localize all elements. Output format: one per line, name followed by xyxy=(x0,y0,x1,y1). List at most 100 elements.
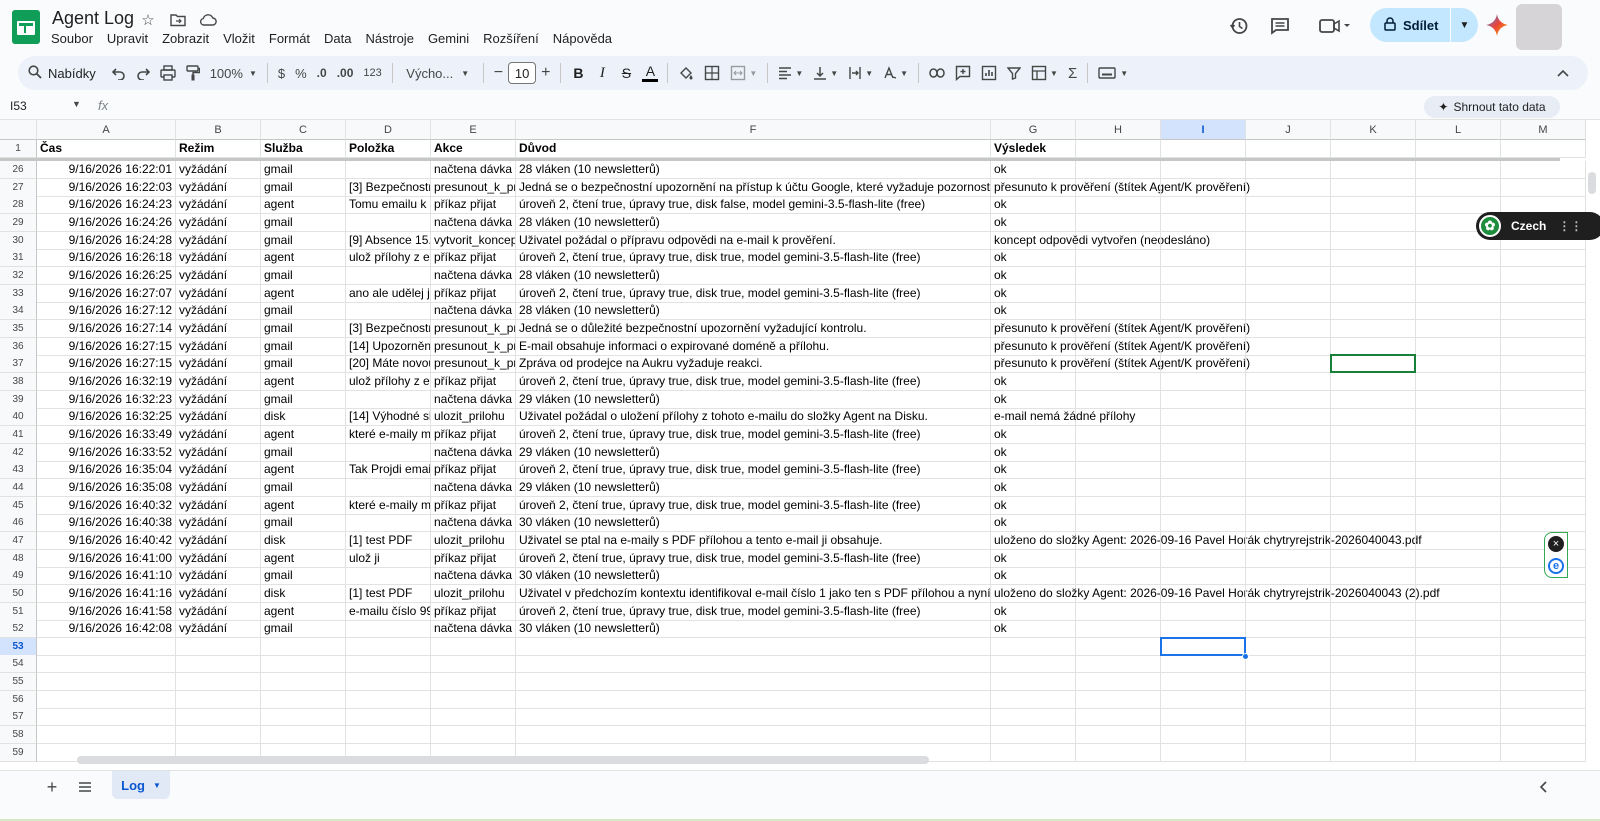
document-title[interactable]: Agent Log xyxy=(52,8,134,29)
cell[interactable] xyxy=(346,655,431,674)
cell[interactable] xyxy=(1416,319,1501,338)
cell[interactable] xyxy=(1331,514,1416,533)
cell[interactable] xyxy=(1246,249,1331,268)
cell[interactable] xyxy=(1246,231,1331,250)
cell[interactable] xyxy=(1501,690,1586,709)
cell[interactable] xyxy=(1246,284,1331,303)
row-header-41[interactable]: 41 xyxy=(0,425,37,444)
cell[interactable] xyxy=(1161,655,1246,674)
cell[interactable] xyxy=(991,637,1076,656)
cell[interactable] xyxy=(1501,284,1586,303)
cell[interactable]: které e-maily ma xyxy=(346,496,431,515)
cell[interactable]: 9/16/2026 16:27:14 xyxy=(37,319,176,338)
cell[interactable]: gmail xyxy=(261,266,346,285)
cell[interactable]: načtena dávka xyxy=(431,567,516,586)
cell[interactable]: ok xyxy=(991,213,1076,232)
row-header-38[interactable]: 38 xyxy=(0,372,37,391)
all-sheets-icon[interactable] xyxy=(73,775,97,799)
cell[interactable]: [14] Výhodné slu xyxy=(346,408,431,427)
cell[interactable]: ok xyxy=(991,514,1076,533)
row-header-45[interactable]: 45 xyxy=(0,496,37,515)
cell[interactable] xyxy=(346,673,431,692)
cell[interactable]: 29 vláken (10 newsletterů) xyxy=(516,443,991,462)
cell[interactable] xyxy=(1246,372,1331,391)
cell[interactable]: vyžádání xyxy=(176,355,261,374)
cell[interactable] xyxy=(1246,408,1331,427)
cell[interactable] xyxy=(1161,213,1246,232)
cell[interactable]: 28 vláken (10 newsletterů) xyxy=(516,302,991,321)
font-size-input[interactable]: 10 xyxy=(508,62,537,84)
cell[interactable]: přesunuto k prověření (štítek Agent/K pr… xyxy=(991,337,1250,356)
cell[interactable] xyxy=(176,655,261,674)
increase-decimal-button[interactable]: .00 xyxy=(332,60,359,86)
cell[interactable] xyxy=(1246,620,1331,639)
cell[interactable]: gmail xyxy=(261,302,346,321)
cell[interactable]: načtena dávka xyxy=(431,213,516,232)
cell[interactable]: načtena dávka xyxy=(431,161,516,179)
cell[interactable] xyxy=(1416,567,1501,586)
cell[interactable] xyxy=(1501,390,1586,409)
cell[interactable] xyxy=(1331,372,1416,391)
cell[interactable] xyxy=(1246,726,1331,745)
cell[interactable]: 9/16/2026 16:42:08 xyxy=(37,620,176,639)
cell[interactable] xyxy=(1246,461,1331,480)
insert-comment-icon[interactable] xyxy=(950,60,976,86)
insert-chart-icon[interactable] xyxy=(976,60,1002,86)
row-header-36[interactable]: 36 xyxy=(0,337,37,356)
row-header-28[interactable]: 28 xyxy=(0,196,37,215)
cell[interactable] xyxy=(1331,620,1416,639)
cell[interactable]: agent xyxy=(261,196,346,215)
cell[interactable]: vyžádání xyxy=(176,213,261,232)
cell[interactable]: 9/16/2026 16:41:16 xyxy=(37,584,176,603)
cell[interactable]: vyžádání xyxy=(176,319,261,338)
cell[interactable] xyxy=(1161,161,1246,179)
cell[interactable]: Uživatel se ptal na e-maily s PDF příloh… xyxy=(516,531,991,550)
vertical-scrollbar[interactable] xyxy=(1588,172,1596,194)
cell[interactable]: gmail xyxy=(261,178,346,197)
collapse-toolbar-icon[interactable] xyxy=(1552,60,1574,86)
cell[interactable] xyxy=(176,690,261,709)
number-format-button[interactable]: 123 xyxy=(358,60,386,86)
cell[interactable] xyxy=(1501,726,1586,745)
cell[interactable] xyxy=(1416,443,1501,462)
cell[interactable]: příkaz přijat xyxy=(431,196,516,215)
text-rotation-icon[interactable]: ▼ xyxy=(878,60,913,86)
extension-e-icon[interactable]: e xyxy=(1548,558,1564,574)
cell[interactable] xyxy=(1246,337,1331,356)
menu-soubor[interactable]: Soubor xyxy=(44,31,100,46)
cell[interactable]: ok xyxy=(991,478,1076,497)
cell[interactable]: ok xyxy=(991,620,1076,639)
cell[interactable] xyxy=(1501,461,1586,480)
percent-format-button[interactable]: % xyxy=(290,60,312,86)
row-header-33[interactable]: 33 xyxy=(0,284,37,303)
cell[interactable] xyxy=(516,673,991,692)
row-header-31[interactable]: 31 xyxy=(0,249,37,268)
cell[interactable] xyxy=(1076,372,1161,391)
spreadsheet-grid[interactable]: A B C D E F G H I J K L M 1 Čas Režim Služba Položka Akce D… xyxy=(0,120,1600,772)
cell[interactable]: úroveň 2, čtení true, úpravy true, disk … xyxy=(516,549,991,568)
cell[interactable]: 29 vláken (10 newsletterů) xyxy=(516,478,991,497)
cell[interactable] xyxy=(1246,567,1331,586)
cell[interactable] xyxy=(1331,496,1416,515)
row-header-53[interactable]: 53 xyxy=(0,637,37,656)
cell[interactable]: přesunuto k prověření (štítek Agent/K pr… xyxy=(991,178,1250,197)
cell[interactable] xyxy=(1501,355,1586,374)
column-header-e[interactable]: E xyxy=(431,120,516,140)
cell[interactable]: ok xyxy=(991,496,1076,515)
cell[interactable] xyxy=(261,673,346,692)
cell[interactable] xyxy=(176,673,261,692)
cell[interactable] xyxy=(431,637,516,656)
cell[interactable] xyxy=(516,637,991,656)
cell[interactable]: 9/16/2026 16:27:15 xyxy=(37,355,176,374)
decrease-decimal-button[interactable]: .0 xyxy=(312,60,332,86)
row-header-34[interactable]: 34 xyxy=(0,302,37,321)
vertical-align-icon[interactable]: ▼ xyxy=(808,60,843,86)
cell[interactable] xyxy=(1331,266,1416,285)
cell[interactable] xyxy=(1161,249,1246,268)
cell[interactable] xyxy=(1416,266,1501,285)
cell[interactable] xyxy=(1246,496,1331,515)
cell[interactable] xyxy=(1076,178,1161,197)
cell[interactable] xyxy=(1416,584,1501,603)
header-cell[interactable]: Akce xyxy=(431,140,516,158)
cell[interactable]: disk xyxy=(261,408,346,427)
